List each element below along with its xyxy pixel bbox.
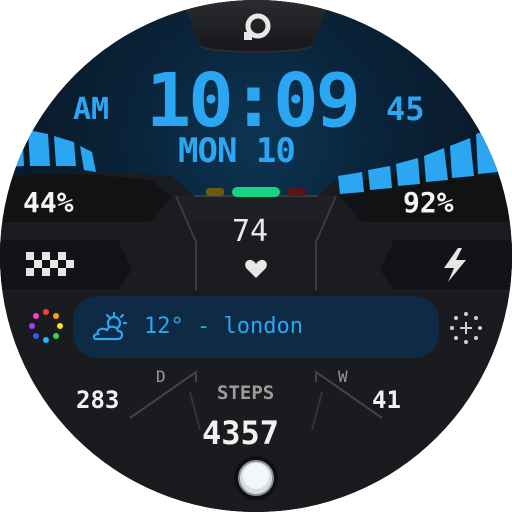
watch-face: AM 10:09 45 MON 10 44% 92% 74 12° - lond… (0, 0, 512, 512)
steps-label: STEPS (217, 382, 275, 404)
battery-right-value: 92% (403, 186, 454, 219)
day-label: D (156, 367, 166, 386)
checkered-flag-icon[interactable] (26, 252, 78, 278)
heart-icon (245, 259, 267, 278)
battery-left-bar (0, 124, 96, 172)
battery-left-value: 44% (23, 186, 74, 219)
heart-rate-value: 74 (232, 214, 269, 249)
day-value: 283 (76, 386, 120, 414)
date-display: MON 10 (178, 131, 296, 171)
weather-label: 12° - london (144, 314, 303, 339)
status-indicator-lights (206, 187, 306, 197)
steps-value: 4357 (202, 414, 280, 452)
sun-cloud-icon (92, 312, 128, 341)
week-value: 41 (372, 386, 401, 414)
sparkle-dots-icon[interactable] (448, 310, 484, 346)
home-button-icon[interactable] (232, 456, 280, 502)
week-label: W (338, 367, 348, 386)
lightning-icon[interactable] (440, 248, 470, 282)
app-launcher-icon[interactable] (236, 10, 276, 46)
ampm-label: AM (73, 92, 110, 127)
color-dots-icon[interactable] (28, 308, 64, 344)
seconds-display: 45 (386, 90, 425, 128)
